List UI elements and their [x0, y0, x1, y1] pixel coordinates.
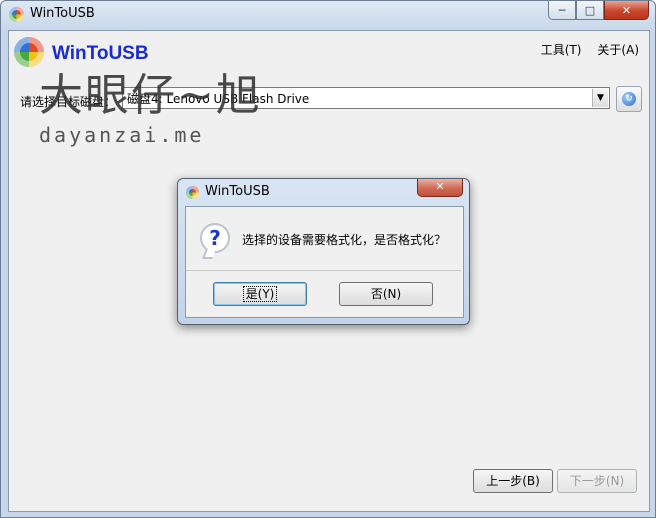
yes-button-label: 是(Y)	[242, 286, 278, 302]
next-button-label: 下一步(N)	[569, 474, 625, 488]
menu-tools[interactable]: 工具(T)	[541, 41, 582, 58]
menu-bar: 工具(T) 关于(A)	[541, 41, 639, 58]
close-icon: ✕	[621, 3, 632, 17]
dialog-title: WinToUSB	[205, 184, 270, 199]
caption-buttons: ─ □ ✕	[548, 1, 649, 20]
app-window: WinToUSB ─ □ ✕ WinToUSB 工具(T) 关于(A) 请选择目…	[0, 0, 656, 518]
maximize-button[interactable]: □	[576, 1, 604, 20]
next-button[interactable]: 下一步(N)	[557, 469, 637, 493]
close-icon: ✕	[435, 180, 445, 193]
no-button-label: 否(N)	[370, 287, 402, 301]
dialog-divider	[186, 270, 461, 271]
close-button[interactable]: ✕	[604, 1, 649, 20]
maximize-icon: □	[584, 3, 596, 17]
menu-about[interactable]: 关于(A)	[597, 41, 639, 58]
minimize-icon: ─	[558, 3, 566, 17]
dialog-body: ? 选择的设备需要格式化，是否格式化？ 是(Y) 否(N)	[185, 206, 464, 318]
previous-button-label: 上一步(B)	[486, 474, 540, 488]
format-confirm-dialog: WinToUSB ✕ ? 选择的设备需要格式化，是否格式化？ 是(Y) 否(N)	[177, 178, 470, 325]
refresh-icon: ↻	[622, 92, 636, 106]
no-button[interactable]: 否(N)	[339, 282, 433, 306]
dropdown-arrow-icon[interactable]: ▼	[592, 89, 608, 107]
question-bubble-tail	[202, 249, 216, 259]
watermark-chinese: 大眼仔~旭	[39, 70, 262, 121]
refresh-button[interactable]: ↻	[616, 86, 642, 112]
dialog-message: 选择的设备需要格式化，是否格式化？	[242, 233, 447, 247]
yes-button[interactable]: 是(Y)	[213, 282, 307, 306]
title-bar[interactable]: WinToUSB ─ □ ✕	[1, 1, 655, 27]
minimize-button[interactable]: ─	[548, 1, 576, 20]
previous-button[interactable]: 上一步(B)	[473, 469, 553, 493]
window-title: WinToUSB	[30, 6, 95, 21]
watermark-url: dayanzai.me	[39, 123, 205, 147]
dialog-app-icon	[186, 186, 199, 199]
app-logo-icon	[9, 7, 24, 22]
dialog-close-button[interactable]: ✕	[417, 179, 463, 197]
